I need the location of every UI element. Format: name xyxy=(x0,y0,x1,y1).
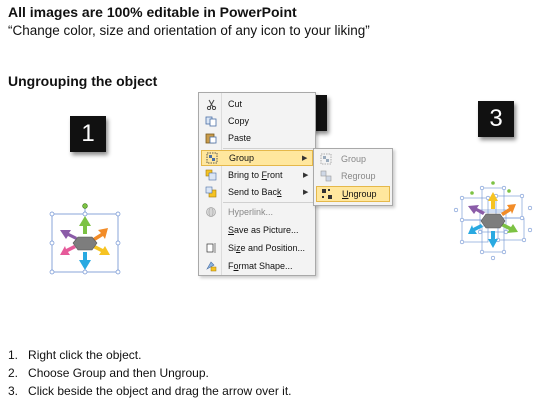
arrow-downleft-icon xyxy=(60,245,76,255)
submenu-item-label: Regroup xyxy=(341,171,376,181)
submenu-item-ungroup[interactable]: Ungroup xyxy=(316,186,390,202)
instructions-list: 1. Right click the object. 2. Choose Gro… xyxy=(8,346,292,400)
step-3-badge: 3 xyxy=(478,101,514,137)
menu-item-bring-to-front[interactable]: Bring to Front ▶ xyxy=(201,167,313,183)
hexagon-center xyxy=(72,236,98,251)
ungrouped-object[interactable] xyxy=(452,180,534,262)
menu-item-label: Size and Position... xyxy=(228,243,306,253)
menu-item-send-to-back[interactable]: Send to Back ▶ xyxy=(201,184,313,200)
menu-item-format-shape[interactable]: Format Shape... xyxy=(201,258,313,274)
menu-divider xyxy=(223,148,313,149)
submenu-item-label: Group xyxy=(341,154,367,164)
instruction-text: Click beside the object and drag the arr… xyxy=(28,384,292,398)
menu-item-label: Copy xyxy=(228,116,250,126)
hexagon-center xyxy=(480,213,506,229)
menu-item-group[interactable]: Group ▶ xyxy=(201,150,313,166)
group-icon xyxy=(319,153,333,165)
section-title: Ungrouping the object xyxy=(8,73,158,89)
page-subtitle: “Change color, size and orientation of a… xyxy=(8,23,370,38)
menu-item-cut[interactable]: Cut xyxy=(201,96,313,112)
arrow-upright-icon xyxy=(93,228,108,241)
menu-item-label: Save as Picture... xyxy=(228,225,299,235)
arrow-down-icon xyxy=(488,231,498,248)
grouped-object[interactable] xyxy=(46,202,124,278)
submenu-arrow-icon: ▶ xyxy=(302,155,308,162)
hyperlink-icon xyxy=(204,206,218,218)
arrow-downright-icon xyxy=(93,245,110,255)
menu-item-copy[interactable]: Copy xyxy=(201,113,313,129)
format-shape-icon xyxy=(204,260,218,272)
menu-item-hyperlink[interactable]: Hyperlink... xyxy=(201,204,313,220)
submenu-item-label: Ungroup xyxy=(342,189,377,199)
instruction-text: Choose Group and then Ungroup. xyxy=(28,366,209,380)
ungroup-icon xyxy=(320,188,334,200)
menu-item-paste[interactable]: Paste xyxy=(201,130,313,146)
paste-icon xyxy=(204,132,218,144)
instruction-item: 3. Click beside the object and drag the … xyxy=(8,382,292,400)
rotate-handle[interactable] xyxy=(82,203,88,209)
send-to-back-icon xyxy=(204,186,218,198)
arrow-up-icon xyxy=(79,216,91,234)
submenu-item-group[interactable]: Group xyxy=(316,151,390,167)
menu-item-label: Paste xyxy=(228,133,252,143)
regroup-icon xyxy=(319,170,333,182)
arrow-down-icon xyxy=(79,252,91,270)
arrow-downright-icon xyxy=(501,223,518,233)
copy-icon xyxy=(204,115,218,127)
instruction-number: 3. xyxy=(8,384,19,398)
instruction-number: 1. xyxy=(8,348,19,362)
instruction-item: 1. Right click the object. xyxy=(8,346,292,364)
menu-item-label: Hyperlink... xyxy=(228,207,274,217)
bring-to-front-icon xyxy=(204,169,218,181)
arrow-upleft-icon xyxy=(60,230,77,240)
group-icon xyxy=(205,152,219,164)
scissors-icon xyxy=(204,98,218,110)
instruction-text: Right click the object. xyxy=(28,348,142,362)
instruction-number: 2. xyxy=(8,366,19,380)
menu-item-label: Format Shape... xyxy=(228,261,293,271)
submenu-arrow-icon: ▶ xyxy=(303,189,309,196)
menu-item-save-as-picture[interactable]: Save as Picture... xyxy=(201,222,313,238)
page-title: All images are 100% editable in PowerPoi… xyxy=(8,4,297,20)
context-menu: Cut Copy Paste Group ▶ Bring to Front ▶ … xyxy=(198,92,316,276)
submenu-item-regroup[interactable]: Regroup xyxy=(316,168,390,184)
submenu-arrow-icon: ▶ xyxy=(303,172,309,179)
menu-item-label: Bring to Front xyxy=(228,170,283,180)
instruction-item: 2. Choose Group and then Ungroup. xyxy=(8,364,292,382)
menu-item-label: Cut xyxy=(228,99,243,109)
size-position-icon xyxy=(204,242,218,254)
group-submenu: Group Regroup Ungroup xyxy=(313,148,393,206)
menu-item-size-and-position[interactable]: Size and Position... xyxy=(201,240,313,256)
menu-divider xyxy=(223,202,313,203)
menu-item-label: Send to Back xyxy=(228,187,282,197)
step-1-badge: 1 xyxy=(70,116,106,152)
menu-item-label: Group xyxy=(229,153,255,163)
